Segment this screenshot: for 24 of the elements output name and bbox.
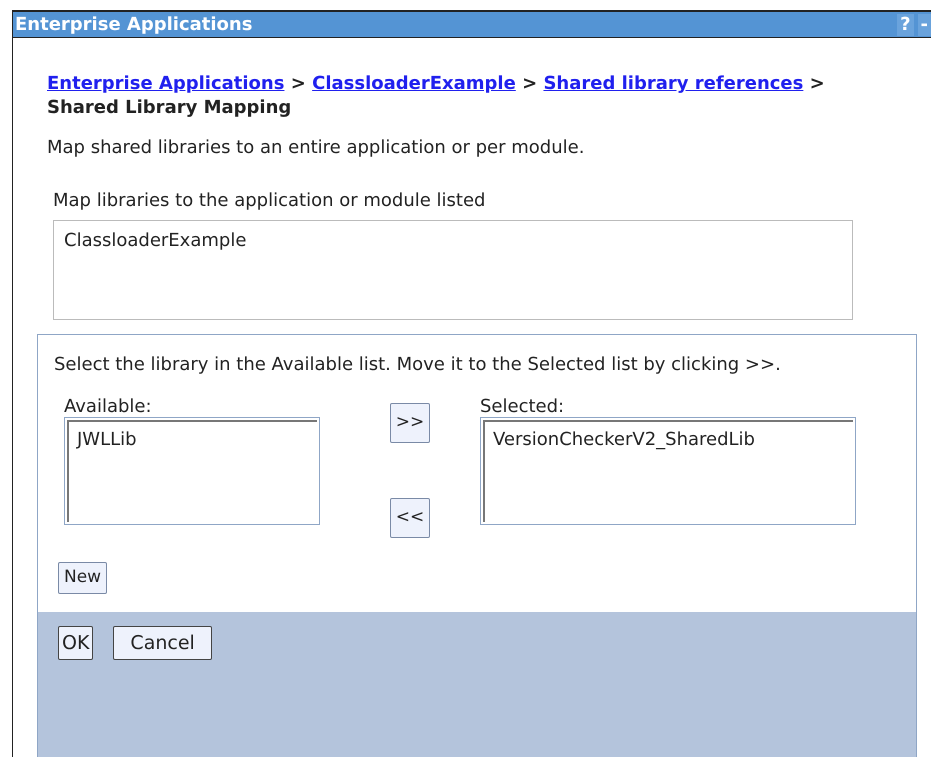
remove-button[interactable]: << bbox=[390, 498, 430, 538]
list-item[interactable]: ClassloaderExample bbox=[64, 227, 842, 254]
field-label: Map libraries to the application or module listed bbox=[53, 189, 486, 213]
breadcrumb-separator: > bbox=[521, 73, 538, 94]
breadcrumb-separator: > bbox=[290, 73, 307, 94]
list-item[interactable]: JWLLib bbox=[77, 426, 309, 453]
new-button[interactable]: New bbox=[58, 562, 108, 594]
field-label: Selected: bbox=[480, 397, 566, 417]
available-list[interactable]: JWLLib bbox=[64, 417, 320, 525]
window-title: Enterprise Applications bbox=[14, 13, 252, 37]
selected-list[interactable]: VersionCheckerV2_SharedLib bbox=[480, 417, 856, 525]
module-list[interactable]: ClassloaderExample bbox=[53, 220, 853, 320]
breadcrumb-link[interactable]: Shared library references bbox=[543, 73, 804, 94]
page-description: Map shared libraries to an entire application or per module. bbox=[47, 136, 586, 160]
ok-button[interactable]: OK bbox=[58, 626, 94, 660]
field-label: Available: bbox=[64, 397, 153, 417]
breadcrumb-separator: > bbox=[808, 73, 825, 94]
breadcrumb-link[interactable]: Enterprise Applications bbox=[47, 73, 284, 94]
instructions-text: Select the library in the Available list. Move it to the Selected list by clicking >>. bbox=[54, 353, 782, 377]
cancel-button[interactable]: Cancel bbox=[113, 626, 212, 660]
add-button[interactable]: >> bbox=[390, 403, 430, 443]
breadcrumb-link[interactable]: ClassloaderExample bbox=[312, 73, 516, 94]
list-item[interactable]: VersionCheckerV2_SharedLib bbox=[493, 426, 845, 453]
page-heading: Shared Library Mapping bbox=[47, 96, 292, 120]
